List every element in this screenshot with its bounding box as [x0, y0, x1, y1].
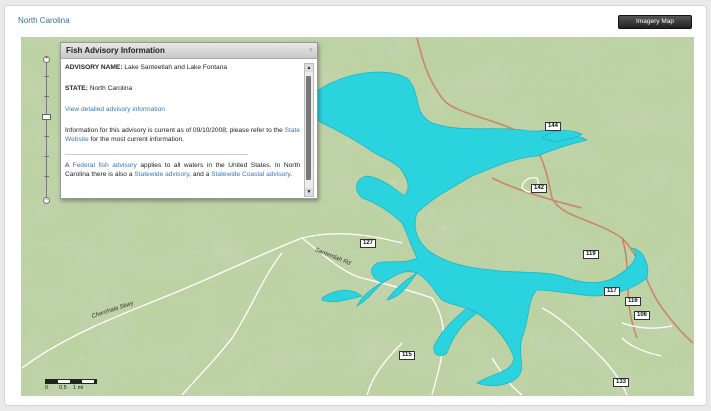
page-title[interactable]: North Carolina: [18, 16, 70, 25]
popup-divider: [65, 154, 248, 155]
state-value: North Carolina: [89, 85, 133, 92]
zoom-in-button[interactable]: +: [43, 56, 50, 63]
advisory-name-label: ADVISORY NAME:: [65, 64, 123, 71]
popup-scrollbar[interactable]: ▲ ▼: [304, 63, 314, 197]
close-icon[interactable]: ×: [309, 43, 313, 58]
route-shield: 144: [545, 122, 562, 131]
zoom-tick: [44, 136, 49, 137]
zoom-track: [46, 60, 47, 200]
route-shield: 117: [604, 287, 620, 296]
route-shield: 127: [360, 239, 377, 248]
advisory-name-value: Lake Santeetlah and Lake Fontana: [124, 64, 228, 71]
route-shield: 115: [399, 351, 415, 360]
scroll-down-icon[interactable]: ▼: [305, 188, 313, 196]
imagery-map-button[interactable]: Imagery Map: [618, 15, 692, 29]
map-card: North Carolina Imagery Map 144 142 127 1…: [4, 5, 707, 406]
popup-header: Fish Advisory Information ×: [61, 43, 317, 59]
statewide-coastal-advisory-link[interactable]: Statewide Coastal advisory: [211, 171, 290, 178]
zoom-slider-thumb[interactable]: [42, 114, 51, 120]
zoom-tick: [44, 176, 49, 177]
current-info-text-end: for the most current information.: [90, 136, 184, 143]
state-label: STATE:: [65, 85, 88, 92]
scale-label: 0.5: [59, 385, 67, 391]
scale-label: 0: [45, 385, 49, 391]
route-shield: 119: [583, 250, 599, 259]
route-shield: 116: [625, 297, 641, 306]
fish-advisory-popup: Fish Advisory Information × ADVISORY NAM…: [60, 42, 318, 199]
route-shield: 133: [613, 378, 630, 387]
statewide-advisory-link[interactable]: Statewide advisory: [134, 171, 189, 178]
zoom-slider[interactable]: + −: [42, 56, 51, 204]
and-text: , and a: [189, 171, 210, 178]
route-shield: 106: [634, 311, 651, 320]
detailed-advisory-link[interactable]: View detailed advisory information: [65, 106, 165, 113]
popup-title: Fish Advisory Information: [66, 46, 165, 55]
end-text: .: [290, 171, 293, 178]
popup-body: ADVISORY NAME: Lake Santeetlah and Lake …: [65, 63, 300, 185]
zoom-tick: [44, 96, 49, 97]
scroll-up-icon[interactable]: ▲: [305, 64, 313, 72]
federal-pre-text: A: [65, 162, 70, 169]
federal-advisory-link[interactable]: Federal fish advisory: [73, 162, 137, 169]
scrollbar-thumb[interactable]: [306, 76, 311, 180]
current-info-text: Information for this advisory is current…: [65, 127, 283, 134]
scale-bar-graphic: [45, 379, 97, 384]
zoom-out-button[interactable]: −: [43, 197, 50, 204]
zoom-tick: [44, 76, 49, 77]
scale-bar: 0 0.5 1 mi: [45, 379, 97, 391]
route-shield: 142: [531, 184, 548, 193]
zoom-tick: [44, 156, 49, 157]
map-viewport[interactable]: 144 142 127 119 117 116 106 115 133 Sant…: [21, 37, 694, 396]
scale-label: 1 mi: [73, 385, 84, 391]
